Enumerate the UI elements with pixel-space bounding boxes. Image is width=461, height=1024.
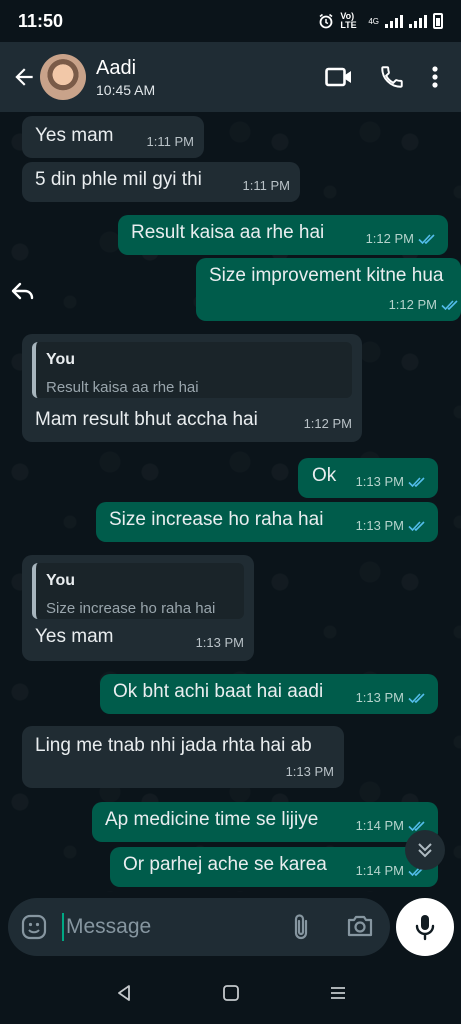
message-text: Yes mam: [35, 626, 114, 647]
signal-icon: [385, 14, 403, 28]
status-time: 11:50: [18, 10, 64, 31]
alarm-icon: [319, 13, 333, 29]
battery-icon: [433, 13, 443, 29]
nav-back-icon[interactable]: [114, 983, 134, 1003]
nav-home-icon[interactable]: [221, 983, 241, 1003]
quote-text: Size increase ho raha hai: [46, 600, 216, 617]
message-incoming[interactable]: Yes mam 1:11 PM: [22, 116, 204, 158]
contact-info[interactable]: Aadi 10:45 AM: [96, 56, 155, 98]
read-ticks-icon: [408, 693, 425, 704]
status-bar: 11:50 Vo) LTE 4G: [0, 0, 461, 42]
message-input-pill[interactable]: [8, 898, 390, 956]
scroll-down-icon: [418, 843, 432, 858]
quoted-message[interactable]: You Result kaisa aa rhe hai: [32, 342, 352, 398]
header-actions: [325, 64, 439, 90]
message-input[interactable]: [66, 915, 266, 939]
mic-button[interactable]: [396, 898, 454, 956]
emoji-icon[interactable]: [20, 913, 48, 941]
message-text: Mam result bhut accha hai: [35, 409, 258, 430]
video-call-icon[interactable]: [325, 66, 353, 88]
status-icons: Vo) LTE 4G: [318, 12, 443, 30]
message-text: Ling me tnab nhi jada rhta hai ab: [35, 735, 312, 756]
composer: [0, 892, 461, 962]
message-outgoing[interactable]: Ok 1:13 PM: [298, 458, 438, 498]
message-text: Ok bht achi baat hai aadi: [113, 681, 324, 702]
camera-icon[interactable]: [346, 913, 374, 939]
message-time: 1:13 PM: [356, 514, 428, 538]
quote-author: You: [46, 351, 76, 368]
message-text: Size improvement kitne hua: [209, 265, 444, 286]
message-time: 1:12 PM: [303, 416, 352, 431]
message-outgoing[interactable]: Ap medicine time se lijiye 1:14 PM: [92, 802, 438, 842]
nav-recents-icon[interactable]: [328, 983, 348, 1003]
scroll-down-button[interactable]: [405, 830, 445, 870]
message-incoming-reply[interactable]: You Result kaisa aa rhe hai Mam result b…: [22, 334, 362, 442]
message-outgoing[interactable]: Ok bht achi baat hai aadi 1:13 PM: [100, 674, 438, 714]
contact-name: Aadi: [96, 57, 137, 79]
quoted-message[interactable]: You Size increase ho raha hai: [32, 563, 244, 619]
last-seen: 10:45 AM: [96, 82, 156, 98]
quote-author: You: [46, 572, 76, 589]
read-ticks-icon: [408, 521, 425, 532]
read-ticks-icon: [441, 300, 458, 311]
message-text: Result kaisa aa rhe hai: [131, 222, 325, 243]
message-outgoing[interactable]: Or parhej ache se karea 1:14 PM: [110, 847, 438, 887]
message-time: 1:12 PM: [389, 293, 461, 317]
read-ticks-icon: [418, 234, 435, 245]
message-incoming[interactable]: Ling me tnab nhi jada rhta hai ab 1:13 P…: [22, 726, 344, 788]
message-time: 1:11 PM: [242, 178, 290, 193]
text-cursor: [62, 913, 64, 941]
message-text: Ap medicine time se lijiye: [105, 809, 319, 830]
network-type: 4G: [368, 16, 379, 26]
message-text: Yes mam: [35, 125, 114, 146]
more-vert-icon[interactable]: [431, 65, 439, 89]
message-text: Ok: [312, 465, 337, 486]
message-time: 1:13 PM: [285, 764, 334, 779]
message-incoming-reply[interactable]: You Size increase ho raha hai Yes mam 1:…: [22, 555, 254, 661]
message-incoming[interactable]: 5 din phle mil gyi thi 1:11 PM: [22, 162, 300, 202]
message-text: Or parhej ache se karea: [123, 854, 327, 875]
signal-icon-2: [409, 14, 427, 28]
message-text: Size increase ho raha hai: [109, 509, 324, 530]
message-text: 5 din phle mil gyi thi: [35, 169, 202, 190]
chat-header: Aadi 10:45 AM: [0, 42, 461, 112]
message-outgoing[interactable]: Size increase ho raha hai 1:13 PM: [96, 502, 438, 542]
attach-icon[interactable]: [288, 913, 314, 941]
system-nav-bar: [0, 962, 461, 1024]
quote-text: Result kaisa aa rhe hai: [46, 379, 199, 396]
mic-icon: [415, 915, 435, 941]
phone-icon[interactable]: [379, 64, 405, 90]
message-time: 1:13 PM: [356, 470, 428, 494]
message-time: 1:11 PM: [146, 134, 194, 149]
message-outgoing[interactable]: Result kaisa aa rhe hai 1:12 PM: [118, 215, 448, 255]
chat-area[interactable]: Yes mam 1:11 PM 5 din phle mil gyi thi 1…: [0, 112, 461, 892]
message-time: 1:12 PM: [366, 227, 438, 251]
message-outgoing[interactable]: Size improvement kitne hua 1:12 PM: [196, 258, 461, 321]
message-time: 1:13 PM: [195, 635, 244, 650]
avatar[interactable]: [40, 54, 86, 100]
read-ticks-icon: [408, 477, 425, 488]
message-time: 1:13 PM: [356, 686, 428, 710]
network-label: Vo) LTE: [340, 11, 357, 30]
reply-icon[interactable]: [10, 278, 36, 304]
